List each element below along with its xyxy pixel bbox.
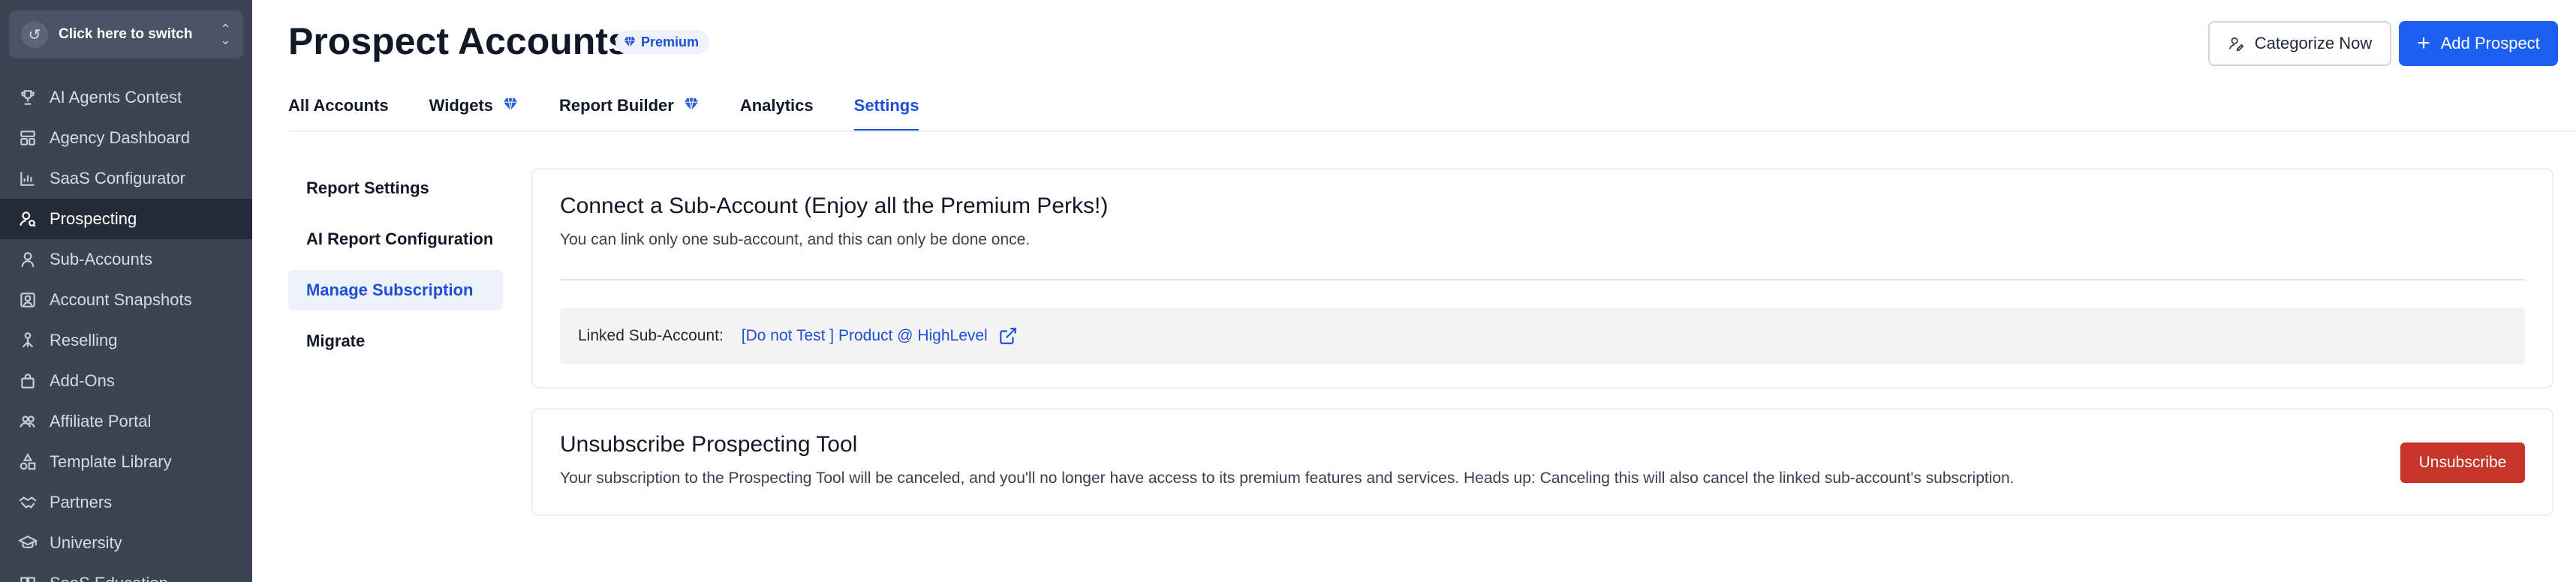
card-description: Your subscription to the Prospecting Too… bbox=[560, 470, 2015, 487]
user-search-icon bbox=[17, 208, 39, 230]
sidebar-item-label: Prospecting bbox=[50, 209, 137, 228]
sidebar-item-label: Account Snapshots bbox=[50, 290, 192, 309]
diamond-icon bbox=[503, 98, 518, 111]
sidebar-item-label: Partners bbox=[50, 493, 113, 512]
sidebar-item-prospecting[interactable]: Prospecting bbox=[0, 199, 252, 239]
diamond-icon bbox=[684, 98, 698, 111]
book-icon bbox=[17, 572, 39, 582]
subnav-manage-subscription[interactable]: Manage Subscription bbox=[288, 270, 503, 310]
tab-analytics[interactable]: Analytics bbox=[740, 96, 814, 132]
sidebar-item-add-ons[interactable]: Add-Ons bbox=[0, 361, 252, 401]
graduation-cap-icon bbox=[17, 532, 39, 554]
shapes-icon bbox=[17, 451, 39, 473]
sidebar-item-label: Reselling bbox=[50, 331, 118, 350]
sidebar-item-label: Template Library bbox=[50, 452, 172, 471]
dashboard-icon bbox=[17, 127, 39, 149]
card-title: Unsubscribe Prospecting Tool bbox=[560, 432, 858, 457]
main-content: Prospect Accounts Premium Categorize Now… bbox=[252, 0, 2576, 582]
settings-subnav: Report Settings AI Report Configuration … bbox=[288, 168, 503, 372]
chevron-updown-icon: ⌃ ⌄ bbox=[219, 22, 231, 47]
sidebar-item-saas-configurator[interactable]: SaaS Configurator bbox=[0, 158, 252, 199]
sidebar-nav: AI Agents Contest Agency Dashboard SaaS … bbox=[0, 77, 252, 582]
sidebar-item-affiliate-portal[interactable]: Affiliate Portal bbox=[0, 401, 252, 442]
users-icon bbox=[17, 410, 39, 433]
sidebar-item-label: Add-Ons bbox=[50, 371, 115, 390]
sidebar-item-label: AI Agents Contest bbox=[50, 88, 182, 106]
plus-icon: + bbox=[2417, 31, 2430, 56]
linked-sub-account-box: Linked Sub-Account: [Do not Test ] Produ… bbox=[560, 308, 2525, 364]
tab-label: Widgets bbox=[429, 96, 494, 115]
sidebar-item-label: Agency Dashboard bbox=[50, 128, 191, 147]
unsubscribe-card: Unsubscribe Prospecting Tool Your subscr… bbox=[531, 408, 2553, 516]
trophy-icon bbox=[17, 86, 39, 109]
add-prospect-button[interactable]: + Add Prospect bbox=[2399, 21, 2558, 66]
snapshot-icon bbox=[17, 289, 39, 311]
card-title: Connect a Sub-Account (Enjoy all the Pre… bbox=[560, 194, 1109, 218]
sidebar-item-label: University bbox=[50, 533, 122, 552]
switch-location-icon: ↺ bbox=[21, 21, 48, 48]
sidebar: ↺ Click here to switch ⌃ ⌄ AI Agents Cont… bbox=[0, 0, 252, 582]
bar-chart-icon bbox=[17, 167, 39, 190]
tab-divider bbox=[288, 130, 2576, 132]
tab-bar: All Accounts Widgets Report Builder Anal… bbox=[288, 96, 959, 132]
sidebar-item-partners[interactable]: Partners bbox=[0, 482, 252, 523]
premium-badge: Premium bbox=[615, 30, 710, 54]
sidebar-item-saas-education[interactable]: SaaS Education bbox=[0, 563, 252, 582]
diamond-icon bbox=[624, 37, 636, 47]
categorize-now-button[interactable]: Categorize Now bbox=[2208, 21, 2391, 66]
user-edit-icon bbox=[2228, 37, 2244, 52]
subnav-report-settings[interactable]: Report Settings bbox=[288, 168, 503, 208]
tab-label: Settings bbox=[853, 96, 919, 115]
premium-badge-label: Premium bbox=[641, 34, 700, 50]
sidebar-item-template-library[interactable]: Template Library bbox=[0, 442, 252, 482]
reselling-icon bbox=[17, 329, 39, 352]
external-link-icon[interactable] bbox=[998, 326, 1018, 346]
linked-sub-account-link[interactable]: [Do not Test ] Product @ HighLevel bbox=[742, 327, 988, 345]
subnav-migrate[interactable]: Migrate bbox=[288, 321, 503, 362]
tab-report-builder[interactable]: Report Builder bbox=[559, 96, 700, 132]
tab-label: Analytics bbox=[739, 96, 814, 115]
unsubscribe-button[interactable]: Unsubscribe bbox=[2400, 442, 2525, 483]
connect-sub-account-card: Connect a Sub-Account (Enjoy all the Pre… bbox=[531, 168, 2553, 388]
location-switcher[interactable]: ↺ Click here to switch ⌃ ⌄ bbox=[9, 10, 243, 58]
sidebar-item-label: SaaS Education bbox=[50, 574, 168, 582]
sidebar-item-sub-accounts[interactable]: Sub-Accounts bbox=[0, 239, 252, 280]
handshake-icon bbox=[17, 491, 39, 514]
card-description: You can link only one sub-account, and t… bbox=[560, 231, 1031, 248]
sidebar-item-label: Sub-Accounts bbox=[50, 250, 152, 268]
tab-widgets[interactable]: Widgets bbox=[429, 96, 519, 132]
sidebar-item-label: Affiliate Portal bbox=[50, 412, 152, 430]
tab-label: All Accounts bbox=[288, 96, 389, 115]
categorize-now-label: Categorize Now bbox=[2254, 34, 2373, 52]
linked-sub-account-label: Linked Sub-Account: bbox=[578, 327, 724, 344]
sidebar-item-ai-agents-contest[interactable]: AI Agents Contest bbox=[0, 77, 252, 118]
sidebar-item-account-snapshots[interactable]: Account Snapshots bbox=[0, 280, 252, 320]
divider bbox=[560, 279, 2525, 280]
bag-icon bbox=[17, 370, 39, 392]
user-icon bbox=[17, 248, 39, 271]
subnav-ai-report-configuration[interactable]: AI Report Configuration bbox=[288, 219, 503, 260]
switcher-label: Click here to switch bbox=[59, 26, 193, 42]
tab-label: Report Builder bbox=[559, 96, 674, 115]
sidebar-item-university[interactable]: University bbox=[0, 523, 252, 563]
sidebar-item-agency-dashboard[interactable]: Agency Dashboard bbox=[0, 118, 252, 158]
tab-settings[interactable]: Settings bbox=[853, 96, 919, 132]
page-title: Prospect Accounts bbox=[288, 20, 629, 62]
sidebar-item-label: SaaS Configurator bbox=[50, 169, 185, 188]
sidebar-item-reselling[interactable]: Reselling bbox=[0, 320, 252, 361]
tab-all-accounts[interactable]: All Accounts bbox=[288, 96, 389, 132]
add-prospect-label: Add Prospect bbox=[2440, 34, 2540, 52]
